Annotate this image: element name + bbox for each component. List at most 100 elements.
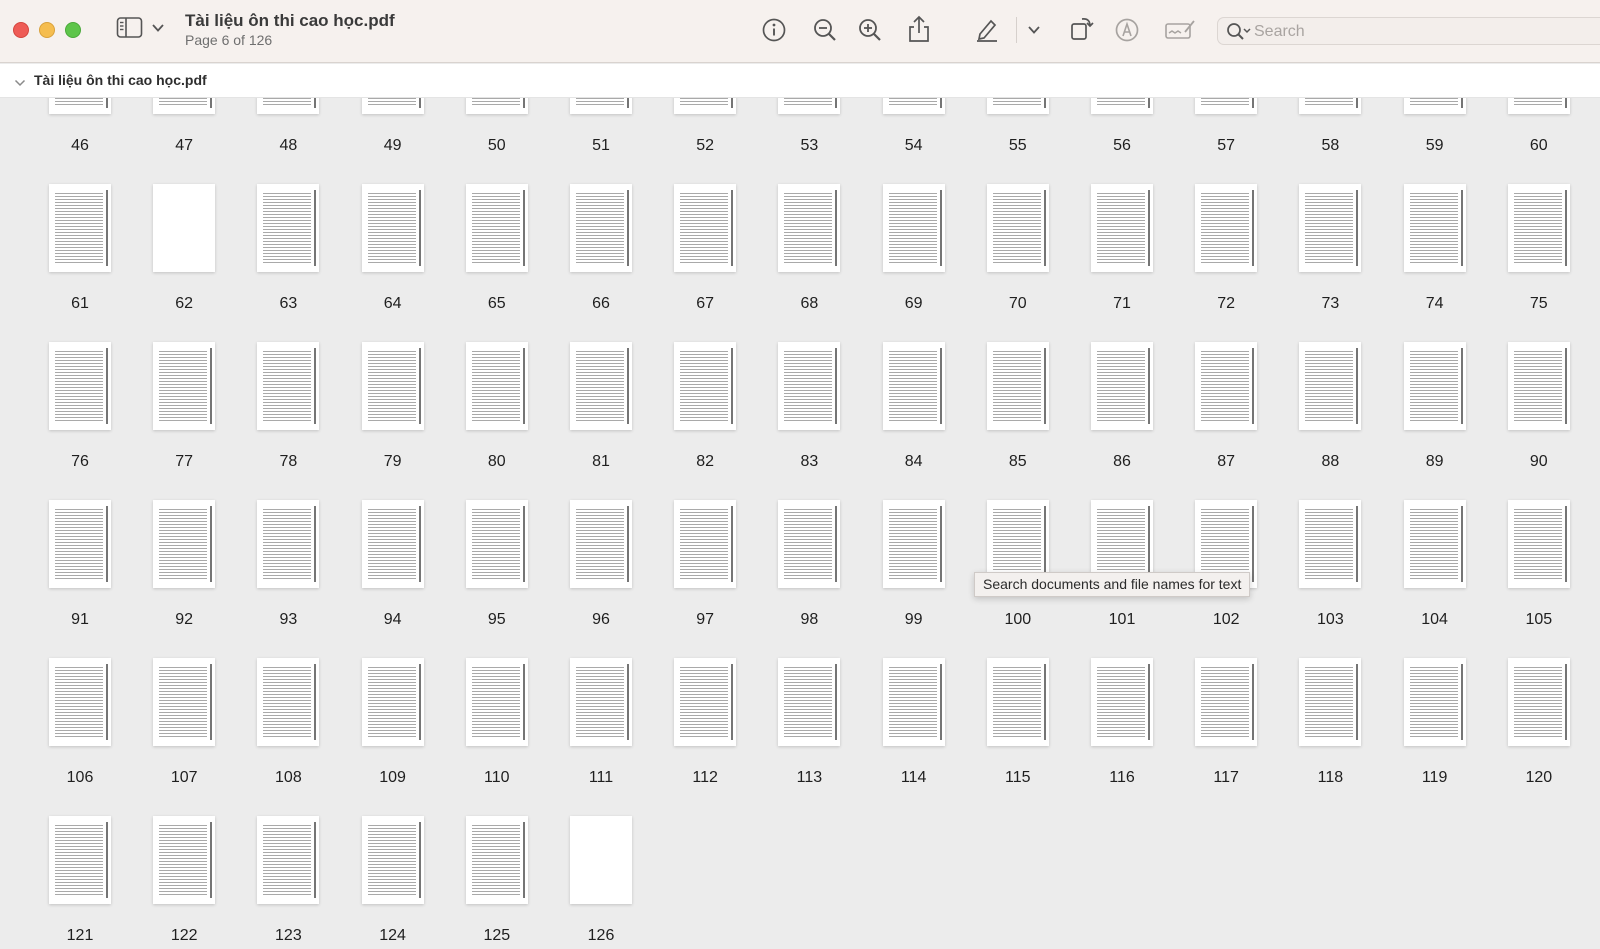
- page-thumbnail[interactable]: [1403, 658, 1466, 746]
- page-thumbnail[interactable]: [1299, 184, 1362, 272]
- markup-button[interactable]: [1114, 17, 1140, 43]
- page-thumbnail[interactable]: [1091, 342, 1153, 430]
- page-thumbnail[interactable]: [570, 184, 632, 272]
- page-thumbnail[interactable]: [257, 500, 320, 588]
- page-thumbnail[interactable]: [153, 98, 216, 114]
- page-thumbnail[interactable]: [465, 342, 528, 430]
- page-thumbnail[interactable]: [361, 98, 424, 114]
- page-thumbnail[interactable]: [257, 184, 320, 272]
- page-thumbnail[interactable]: [570, 816, 632, 904]
- page-thumbnail[interactable]: [1299, 342, 1362, 430]
- page-thumbnail[interactable]: [674, 500, 737, 588]
- page-thumbnail[interactable]: [674, 184, 737, 272]
- disclosure-chevron-icon[interactable]: [14, 75, 26, 93]
- fullscreen-window-button[interactable]: [65, 22, 81, 38]
- page-thumbnail[interactable]: [778, 342, 841, 430]
- page-thumbnail[interactable]: [465, 184, 528, 272]
- page-thumbnail[interactable]: [361, 500, 424, 588]
- page-thumbnail[interactable]: [1507, 658, 1570, 746]
- info-button[interactable]: [761, 17, 787, 43]
- page-thumbnail[interactable]: [1403, 500, 1466, 588]
- rotate-button[interactable]: [1068, 14, 1096, 42]
- zoom-in-button[interactable]: [857, 17, 883, 43]
- page-thumbnail[interactable]: [882, 500, 945, 588]
- page-thumbnail[interactable]: [674, 658, 737, 746]
- document-list-header[interactable]: Tài liệu ôn thi cao học.pdf: [0, 64, 1600, 98]
- page-thumbnail[interactable]: [153, 500, 216, 588]
- page-thumbnail[interactable]: [49, 184, 111, 272]
- page-thumbnail[interactable]: [257, 98, 320, 114]
- search-field[interactable]: Search: [1217, 17, 1600, 45]
- page-thumbnail[interactable]: [153, 342, 216, 430]
- highlight-options-button[interactable]: [1027, 24, 1041, 36]
- page-thumbnail[interactable]: [778, 184, 841, 272]
- page-thumbnail[interactable]: [1195, 342, 1258, 430]
- page-thumbnail[interactable]: [882, 658, 945, 746]
- page-thumbnail[interactable]: [49, 816, 111, 904]
- page-thumbnail[interactable]: [1403, 184, 1466, 272]
- page-thumbnail[interactable]: [49, 98, 111, 114]
- sidebar-toggle-button[interactable]: [116, 16, 143, 40]
- page-thumbnail[interactable]: [1195, 184, 1258, 272]
- page-thumbnail[interactable]: [882, 98, 945, 114]
- page-thumbnail[interactable]: [570, 500, 632, 588]
- page-thumbnail[interactable]: [361, 184, 424, 272]
- page-thumbnail[interactable]: [778, 500, 841, 588]
- page-thumbnail[interactable]: [1507, 342, 1570, 430]
- page-thumbnail[interactable]: [1507, 184, 1570, 272]
- signature-button[interactable]: [1164, 18, 1196, 42]
- page-thumbnail[interactable]: [465, 658, 528, 746]
- page-thumbnail[interactable]: [1507, 500, 1570, 588]
- page-thumbnail[interactable]: [1091, 184, 1153, 272]
- page-thumbnail[interactable]: [1403, 98, 1466, 114]
- page-thumbnail[interactable]: [986, 342, 1049, 430]
- page-thumbnail[interactable]: [674, 98, 737, 114]
- page-thumbnail[interactable]: [49, 658, 111, 746]
- page-thumbnail[interactable]: [1195, 98, 1258, 114]
- page-thumbnail[interactable]: [49, 500, 111, 588]
- page-thumbnail[interactable]: [1299, 98, 1362, 114]
- page-thumbnail[interactable]: [465, 98, 528, 114]
- page-thumbnail[interactable]: [1091, 98, 1153, 114]
- close-window-button[interactable]: [13, 22, 29, 38]
- sidebar-options-button[interactable]: [151, 22, 165, 34]
- page-thumbnail[interactable]: [465, 816, 528, 904]
- page-thumbnail[interactable]: [153, 658, 216, 746]
- page-thumbnail[interactable]: [153, 184, 216, 272]
- highlight-button[interactable]: [974, 16, 1000, 42]
- page-number-label: 115: [1005, 769, 1031, 786]
- page-thumbnail[interactable]: [986, 98, 1049, 114]
- page-thumbnail[interactable]: [1507, 98, 1570, 114]
- page-thumbnail[interactable]: [1091, 658, 1153, 746]
- page-thumbnail[interactable]: [674, 342, 737, 430]
- page-thumbnail[interactable]: [361, 342, 424, 430]
- page-number-label: 114: [900, 769, 927, 786]
- page-thumbnail[interactable]: [1299, 658, 1362, 746]
- page-thumbnail[interactable]: [257, 658, 320, 746]
- page-thumbnail[interactable]: [1299, 500, 1362, 588]
- page-thumbnail[interactable]: [570, 98, 632, 114]
- page-thumbnail[interactable]: [257, 342, 320, 430]
- page-thumbnail[interactable]: [986, 184, 1049, 272]
- page-thumbnail[interactable]: [465, 500, 528, 588]
- page-number-label: 125: [483, 927, 511, 944]
- page-thumbnail[interactable]: [570, 658, 632, 746]
- page-thumbnail[interactable]: [49, 342, 111, 430]
- page-thumbnail[interactable]: [257, 816, 320, 904]
- page-thumbnail[interactable]: [986, 658, 1049, 746]
- page-thumbnail[interactable]: [882, 342, 945, 430]
- minimize-window-button[interactable]: [39, 22, 55, 38]
- page-thumbnail[interactable]: [1195, 658, 1258, 746]
- zoom-out-button[interactable]: [812, 17, 838, 43]
- page-thumbnail[interactable]: [361, 658, 424, 746]
- page-thumbnail[interactable]: [778, 98, 841, 114]
- page-thumbnail[interactable]: [361, 816, 424, 904]
- page-thumbnail[interactable]: [778, 658, 841, 746]
- share-button[interactable]: [907, 15, 931, 43]
- page-thumbnail[interactable]: [882, 184, 945, 272]
- page-thumbnail[interactable]: [570, 342, 632, 430]
- page-thumbnail[interactable]: [1403, 342, 1466, 430]
- page-number-label: 102: [1212, 611, 1240, 628]
- page-thumbnail[interactable]: [153, 816, 216, 904]
- page-number-label: 79: [383, 453, 402, 470]
